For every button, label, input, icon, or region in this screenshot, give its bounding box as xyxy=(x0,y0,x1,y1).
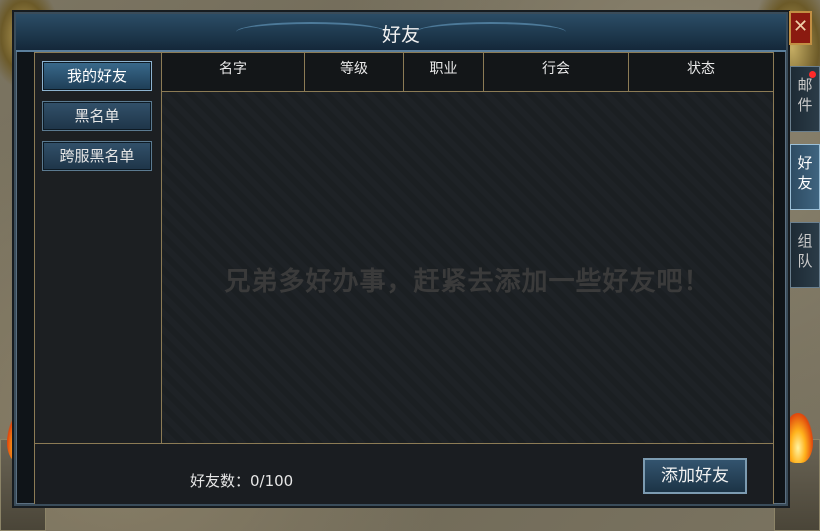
empty-list-message: 兄弟多好办事，赶紧去添加一些好友吧！ xyxy=(224,267,711,297)
friend-count-label: 好友数：0/100 xyxy=(190,472,294,490)
side-tab-team[interactable]: 组 队 xyxy=(790,222,820,288)
side-tab-label: 好 xyxy=(797,154,813,172)
window-footer: 好友数：0/100 添加好友 xyxy=(35,443,773,504)
column-header-name[interactable]: 名字 xyxy=(162,53,305,91)
window-titlebar[interactable]: 好友 xyxy=(16,14,786,52)
friends-panel: 我的好友 黑名单 跨服黑名单 名字 等级 职业 行会 状态 兄弟多好办事，赶紧去… xyxy=(34,52,774,504)
side-tab-mail[interactable]: 邮 件 xyxy=(790,66,820,132)
column-header-level[interactable]: 等级 xyxy=(305,53,404,91)
column-header-status[interactable]: 状态 xyxy=(629,53,773,91)
side-tab-label: 队 xyxy=(797,252,813,270)
nav-cross-server-blacklist-button[interactable]: 跨服黑名单 xyxy=(42,141,152,171)
window-title: 好友 xyxy=(381,24,420,46)
close-button[interactable]: ✕ xyxy=(789,11,812,45)
add-friend-button[interactable]: 添加好友 xyxy=(643,458,747,494)
nav-blacklist-button[interactable]: 黑名单 xyxy=(42,101,152,131)
nav-my-friends-button[interactable]: 我的好友 xyxy=(42,61,152,91)
friends-window: 好友 我的好友 黑名单 跨服黑名单 名字 等级 职业 行会 状态 兄弟多好办事，… xyxy=(14,12,788,506)
column-header-class[interactable]: 职业 xyxy=(404,53,484,91)
side-tab-friends[interactable]: 好 友 xyxy=(790,144,820,210)
table-header: 名字 等级 职业 行会 状态 xyxy=(162,53,773,92)
friend-category-nav: 我的好友 黑名单 跨服黑名单 xyxy=(35,53,162,443)
red-dot-icon xyxy=(809,71,816,78)
close-icon: ✕ xyxy=(792,16,809,37)
side-tab-label: 邮 xyxy=(797,76,813,94)
friends-table: 名字 等级 职业 行会 状态 兄弟多好办事，赶紧去添加一些好友吧！ xyxy=(162,53,773,443)
side-tab-label: 组 xyxy=(797,232,813,250)
side-tab-label: 件 xyxy=(797,96,813,114)
side-tab-label: 友 xyxy=(797,174,813,192)
column-header-guild[interactable]: 行会 xyxy=(484,53,629,91)
